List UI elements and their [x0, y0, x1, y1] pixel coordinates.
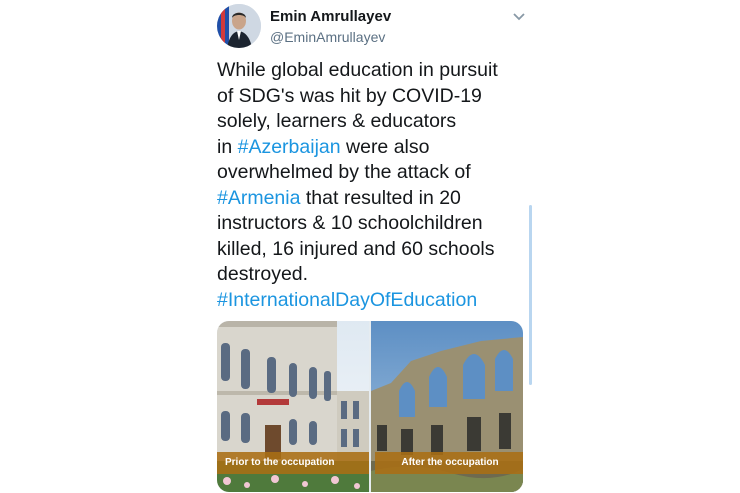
tweet-line: #Armenia that resulted in 20	[217, 186, 527, 212]
photo-after-occupation[interactable]: After the occupation	[371, 321, 523, 492]
chevron-down-icon[interactable]	[510, 8, 528, 26]
tweet-line: killed, 16 injured and 60 schools	[217, 237, 495, 260]
hashtag-link[interactable]: #InternationalDayOfEducation	[217, 289, 477, 311]
tweet-text-fragment: that resulted in 20	[300, 186, 461, 209]
scrollbar[interactable]	[529, 205, 532, 385]
photo-caption: Prior to the occupation	[217, 452, 369, 474]
tweet-line: of SDG's was hit by COVID-19	[217, 84, 482, 107]
tweet-line: instructors & 10 schoolchildren	[217, 212, 483, 234]
avatar[interactable]	[217, 4, 261, 48]
photo-caption: After the occupation	[375, 452, 523, 474]
tweet-line: in #Azerbaijan were also	[217, 135, 527, 161]
hashtag-link[interactable]: #Armenia	[217, 187, 300, 209]
tweet-line: overwhelmed by the attack of	[217, 161, 471, 183]
author-handle[interactable]: @EminAmrullayev	[270, 29, 385, 45]
author-name[interactable]: Emin Amrullayev	[270, 8, 391, 25]
photo-before-occupation[interactable]: Prior to the occupation	[217, 321, 369, 492]
tweet-card: Emin Amrullayev @EminAmrullayev While gl…	[0, 0, 740, 493]
hashtag-link[interactable]: #Azerbaijan	[238, 136, 341, 158]
tweet-line: While global education in pursuit	[217, 59, 498, 81]
tweet-line: destroyed.	[217, 263, 309, 285]
tweet-text: While global education in pursuit of SDG…	[217, 58, 527, 313]
tweet-line: solely, learners & educators	[217, 110, 457, 132]
tweet-text-fragment: were also	[340, 135, 430, 158]
tweet-text-fragment: in	[217, 135, 238, 158]
tweet-line: #InternationalDayOfEducation	[217, 288, 527, 314]
media-gallery[interactable]: Prior to the occupation After the occupa…	[217, 321, 523, 492]
